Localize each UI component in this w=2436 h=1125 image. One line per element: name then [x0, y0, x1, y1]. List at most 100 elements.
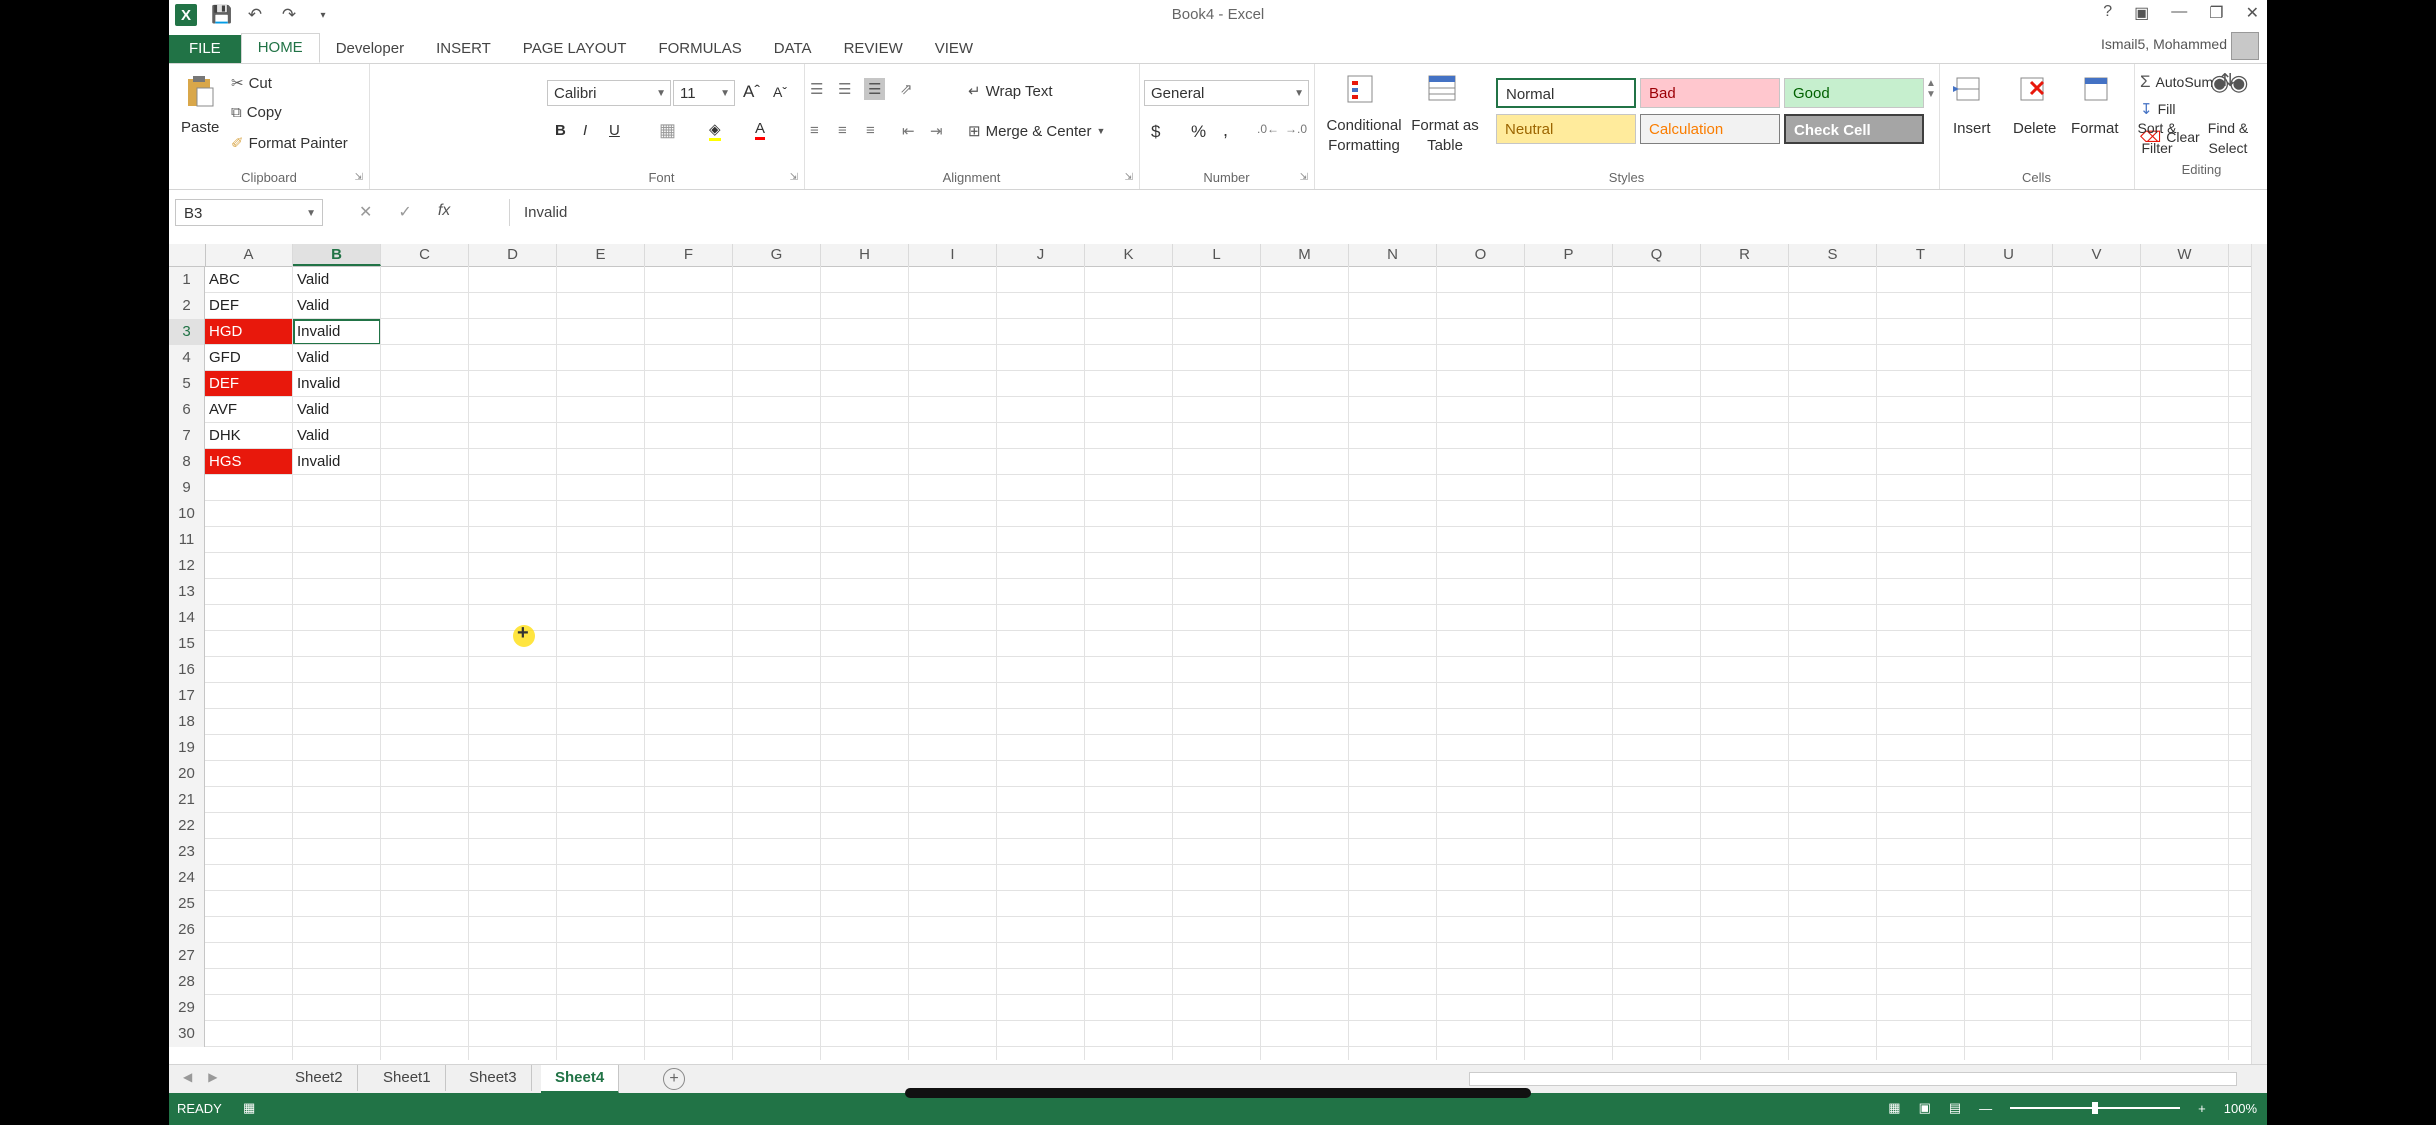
cell-b13[interactable] [293, 579, 381, 605]
delete-cells-icon[interactable] [2015, 72, 2049, 106]
dialog-launcher-icon[interactable]: ⇲ [790, 172, 798, 183]
cell-a25[interactable] [205, 891, 293, 917]
find-select-button[interactable]: Find & Select [2193, 118, 2263, 158]
column-header-s[interactable]: S [1789, 244, 1877, 266]
top-align-icon[interactable]: ☰ [810, 80, 823, 98]
name-box[interactable]: B3 ▼ [175, 199, 323, 226]
cell-b24[interactable] [293, 865, 381, 891]
column-header-j[interactable]: J [997, 244, 1085, 266]
column-header-k[interactable]: K [1085, 244, 1173, 266]
normal-view-icon[interactable]: ▦ [1888, 1100, 1900, 1116]
cell-b2[interactable]: Valid [293, 293, 381, 319]
merge-center-button[interactable]: ⊞ Merge & Center ▼ [968, 122, 1105, 141]
row-header[interactable]: 7 [169, 423, 205, 449]
cell-a21[interactable] [205, 787, 293, 813]
row-header[interactable]: 30 [169, 1021, 205, 1047]
cell-b23[interactable] [293, 839, 381, 865]
cell-b26[interactable] [293, 917, 381, 943]
style-normal[interactable]: Normal [1496, 78, 1636, 108]
cell-a18[interactable] [205, 709, 293, 735]
comma-button[interactable]: , [1223, 120, 1228, 141]
dialog-launcher-icon[interactable]: ⇲ [355, 172, 363, 183]
format-cells-icon[interactable] [2079, 72, 2113, 106]
tab-page-layout[interactable]: PAGE LAYOUT [507, 35, 643, 63]
cell-a1[interactable]: ABC [205, 267, 293, 293]
column-header-a[interactable]: A [205, 244, 293, 266]
cell-b22[interactable] [293, 813, 381, 839]
bottom-align-icon[interactable]: ☰ [864, 78, 886, 100]
column-header-d[interactable]: D [469, 244, 557, 266]
column-header-h[interactable]: H [821, 244, 909, 266]
add-sheet-icon[interactable]: + [663, 1068, 685, 1090]
cell-b7[interactable]: Valid [293, 423, 381, 449]
number-format-select[interactable]: General ▼ [1144, 80, 1309, 106]
style-check-cell[interactable]: Check Cell [1784, 114, 1924, 144]
tab-data[interactable]: DATA [758, 35, 828, 63]
row-header[interactable]: 20 [169, 761, 205, 787]
row-header[interactable]: 21 [169, 787, 205, 813]
column-header-p[interactable]: P [1525, 244, 1613, 266]
row-header[interactable]: 9 [169, 475, 205, 501]
paste-button[interactable]: Paste [181, 119, 219, 136]
cell-b5[interactable]: Invalid [293, 371, 381, 397]
sheet-tab-sheet2[interactable]: Sheet2 [281, 1065, 358, 1091]
cell-b3[interactable]: Invalid [293, 319, 381, 345]
row-header[interactable]: 1 [169, 267, 205, 293]
row-header[interactable]: 23 [169, 839, 205, 865]
cell-a17[interactable] [205, 683, 293, 709]
horizontal-scrollbar[interactable] [1469, 1072, 2237, 1086]
cell-a23[interactable] [205, 839, 293, 865]
cell-b28[interactable] [293, 969, 381, 995]
row-header[interactable]: 2 [169, 293, 205, 319]
row-header[interactable]: 22 [169, 813, 205, 839]
avatar[interactable] [2231, 32, 2259, 60]
tab-view[interactable]: VIEW [919, 35, 989, 63]
column-header-g[interactable]: G [733, 244, 821, 266]
formula-input[interactable]: Invalid [509, 199, 2253, 226]
zoom-slider[interactable] [2010, 1102, 2181, 1114]
style-neutral[interactable]: Neutral [1496, 114, 1636, 144]
cell-a27[interactable] [205, 943, 293, 969]
font-size-select[interactable]: 11 ▼ [673, 80, 735, 106]
borders-icon[interactable]: ▦ [659, 120, 676, 141]
tab-insert[interactable]: INSERT [420, 35, 507, 63]
cell-b21[interactable] [293, 787, 381, 813]
cut-button[interactable]: ✂ Cut [231, 74, 272, 93]
row-header[interactable]: 16 [169, 657, 205, 683]
cell-b27[interactable] [293, 943, 381, 969]
cell-a9[interactable] [205, 475, 293, 501]
row-header[interactable]: 13 [169, 579, 205, 605]
insert-function-icon[interactable]: fx [438, 202, 450, 222]
row-header[interactable]: 4 [169, 345, 205, 371]
restore-icon[interactable]: ❐ [2209, 3, 2223, 23]
tab-developer[interactable]: Developer [320, 35, 420, 63]
user-name[interactable]: Ismail5, Mohammed [2101, 36, 2227, 52]
sort-filter-button[interactable]: Sort & Filter [2122, 118, 2192, 158]
align-left-icon[interactable]: ≡ [810, 122, 819, 139]
row-header[interactable]: 28 [169, 969, 205, 995]
row-header[interactable]: 10 [169, 501, 205, 527]
row-header[interactable]: 18 [169, 709, 205, 735]
cell-a29[interactable] [205, 995, 293, 1021]
copy-button[interactable]: ⧉ Copy [231, 104, 282, 121]
paste-icon[interactable] [183, 74, 217, 108]
middle-align-icon[interactable]: ☰ [838, 80, 851, 98]
cell-b17[interactable] [293, 683, 381, 709]
increase-indent-icon[interactable]: ⇥ [930, 122, 943, 140]
dialog-launcher-icon[interactable]: ⇲ [1125, 172, 1133, 183]
binoculars-icon[interactable]: ◉◉ [2210, 70, 2248, 96]
align-center-icon[interactable]: ≡ [838, 122, 847, 139]
tab-home[interactable]: HOME [240, 33, 320, 63]
enter-icon[interactable]: ✓ [398, 202, 411, 222]
cell-b6[interactable]: Valid [293, 397, 381, 423]
column-header-b[interactable]: B [293, 244, 381, 266]
cell-a5[interactable]: DEF [205, 371, 293, 397]
column-header-o[interactable]: O [1437, 244, 1525, 266]
column-header-r[interactable]: R [1701, 244, 1789, 266]
row-header[interactable]: 11 [169, 527, 205, 553]
cell-b4[interactable]: Valid [293, 345, 381, 371]
row-header[interactable]: 29 [169, 995, 205, 1021]
cell-a7[interactable]: DHK [205, 423, 293, 449]
macro-record-icon[interactable]: ▦ [243, 1100, 255, 1116]
style-bad[interactable]: Bad [1640, 78, 1780, 108]
